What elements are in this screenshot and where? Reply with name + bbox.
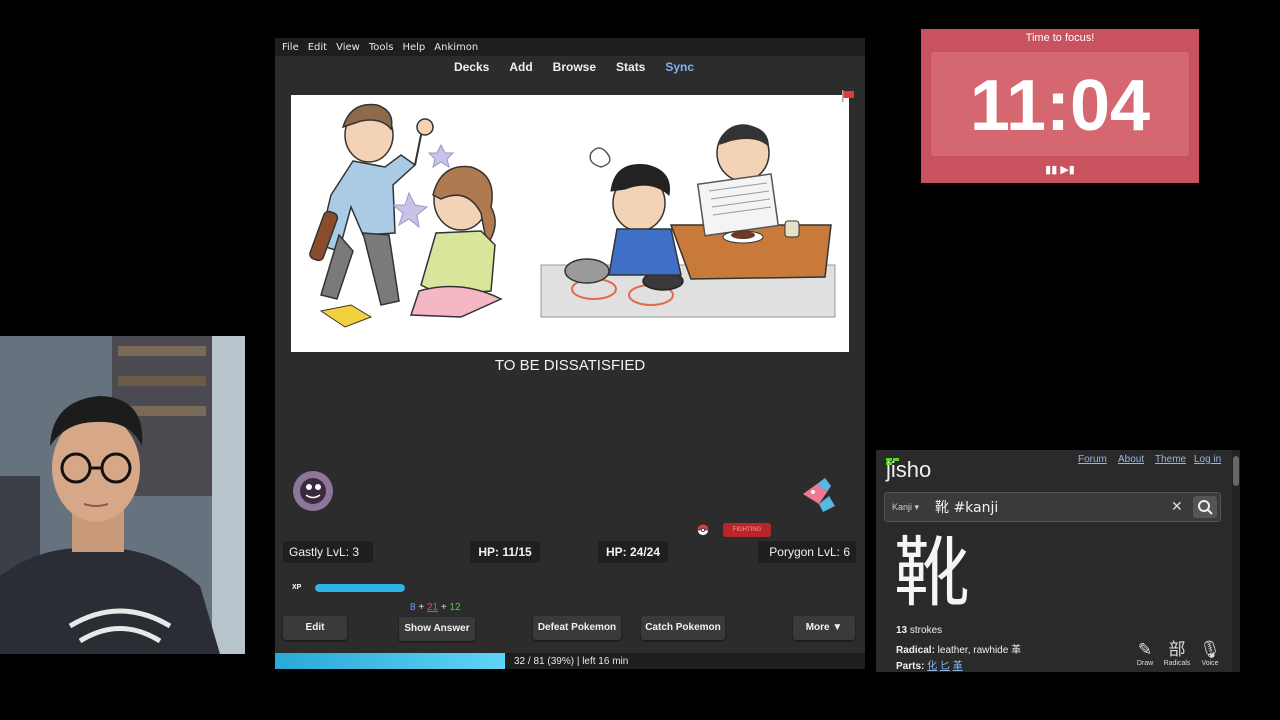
show-answer-button[interactable]: Show Answer [399, 617, 475, 641]
kitchen-scene [540, 124, 836, 318]
defeat-pokemon-button[interactable]: Defeat Pokemon [533, 616, 621, 640]
focus-timer: Time to focus! 11:04 ▮▮ ▶▮ [921, 29, 1199, 183]
webcam-person-image [0, 336, 245, 654]
radicals-icon: 部 [1168, 640, 1186, 659]
menu-bar: File Edit View Tools Help Ankimon [275, 38, 865, 56]
edit-button[interactable]: Edit [283, 616, 347, 640]
draw-label: Draw [1136, 660, 1154, 667]
search-button[interactable] [1193, 496, 1217, 518]
search-mode-dropdown[interactable]: Kanji ▾ [892, 502, 919, 513]
plus-sign: + [440, 602, 447, 613]
review-progress-fill [275, 653, 506, 669]
gastly-sprite-icon [293, 471, 333, 511]
part-link[interactable]: 化 [927, 661, 937, 672]
more-button[interactable]: More ▼ [793, 616, 855, 640]
clear-search-icon[interactable]: ✕ [1171, 498, 1183, 515]
parts-line: Parts: 化 匕 革 [896, 657, 963, 672]
menu-help[interactable]: Help [402, 42, 425, 53]
enemy-hp: HP: 24/24 [598, 541, 668, 563]
flag-icon[interactable] [841, 90, 855, 102]
parts-label: Parts: [896, 661, 925, 672]
enemy-pokemon-label: Porygon LvL: 6 [758, 541, 856, 563]
radicals-label: Radicals [1163, 660, 1191, 667]
review-progress-text: 32 / 81 (39%) | left 16 min [514, 656, 629, 667]
player-pokemon-label: Gastly LvL: 3 [283, 541, 373, 563]
pokeball-icon[interactable] [697, 524, 709, 536]
porygon-sprite-icon [803, 478, 835, 512]
voice-label: Voice [1201, 660, 1219, 667]
kanji-character: 靴 [894, 528, 970, 617]
part-link[interactable]: 革 [953, 661, 963, 672]
part-link[interactable]: 匕 [940, 661, 950, 672]
jisho-panel: jisho Forum About Theme Log in Kanji ▾ ✕… [876, 450, 1240, 672]
sync-link[interactable]: Sync [665, 60, 694, 74]
jisho-search-input[interactable] [935, 497, 1165, 517]
menu-file[interactable]: File [282, 42, 299, 53]
add-link[interactable]: Add [509, 60, 532, 74]
decks-link[interactable]: Decks [454, 60, 489, 74]
learn-count: 21 [426, 602, 439, 613]
xp-label: XP [292, 584, 302, 591]
radical-value: leather, rawhide 革 [934, 645, 1022, 656]
player-hp: HP: 11/15 [470, 541, 540, 563]
radical-label: Radical: [896, 645, 935, 656]
xp-bar [315, 584, 405, 592]
plus-sign: + [418, 602, 425, 613]
menu-edit[interactable]: Edit [308, 42, 327, 53]
jisho-scrollbar[interactable] [1232, 450, 1240, 672]
strokes-label: strokes [907, 625, 943, 636]
microphone-icon: 🎙 [1199, 640, 1221, 659]
strokes-line: 13 strokes [896, 625, 942, 636]
theme-link[interactable]: Theme [1155, 454, 1186, 465]
timer-controls[interactable]: ▮▮ ▶▮ [921, 163, 1199, 176]
jisho-scrollbar-thumb[interactable] [1233, 456, 1239, 486]
about-link[interactable]: About [1118, 454, 1144, 465]
menu-tools[interactable]: Tools [369, 42, 394, 53]
due-counts: 8 + 21 + 12 [410, 602, 461, 613]
new-count: 8 [410, 602, 416, 613]
timer-panel: 11:04 [931, 52, 1189, 156]
stats-link[interactable]: Stats [616, 60, 645, 74]
search-icon [1198, 500, 1213, 515]
timer-title: Time to focus! [1025, 32, 1095, 44]
type-badge: FIGHTING [723, 523, 771, 537]
voice-tool[interactable]: 🎙 Voice [1194, 640, 1226, 667]
catch-pokemon-button[interactable]: Catch Pokemon [641, 616, 725, 640]
webcam-feed [0, 336, 245, 654]
browse-link[interactable]: Browse [553, 60, 596, 74]
strokes-number: 13 [896, 625, 908, 636]
card-answer-text: TO BE DISSATISFIED [494, 357, 646, 374]
jisho-logo[interactable]: jisho [884, 454, 944, 482]
review-count: 12 [449, 602, 461, 613]
xp-bar-fill [315, 584, 405, 592]
radicals-tool[interactable]: 部 Radicals [1161, 640, 1193, 667]
main-toolbar: Decks Add Browse Stats Sync [275, 56, 865, 78]
anki-window: File Edit View Tools Help Ankimon Decks … [275, 38, 865, 669]
menu-ankimon[interactable]: Ankimon [434, 42, 478, 53]
draw-icon: ✎ [1137, 640, 1153, 659]
forum-link[interactable]: Forum [1078, 454, 1107, 465]
menu-view[interactable]: View [336, 42, 360, 53]
card-illustration [291, 95, 849, 352]
timer-countdown: 11:04 [969, 66, 1151, 146]
jisho-logo-text: jisho [885, 457, 931, 482]
draw-tool[interactable]: ✎ Draw [1129, 640, 1161, 667]
radical-line: Radical: leather, rawhide 革 [896, 641, 1021, 656]
login-link[interactable]: Log in [1194, 454, 1221, 465]
jisho-search-box: Kanji ▾ ✕ [884, 492, 1221, 522]
